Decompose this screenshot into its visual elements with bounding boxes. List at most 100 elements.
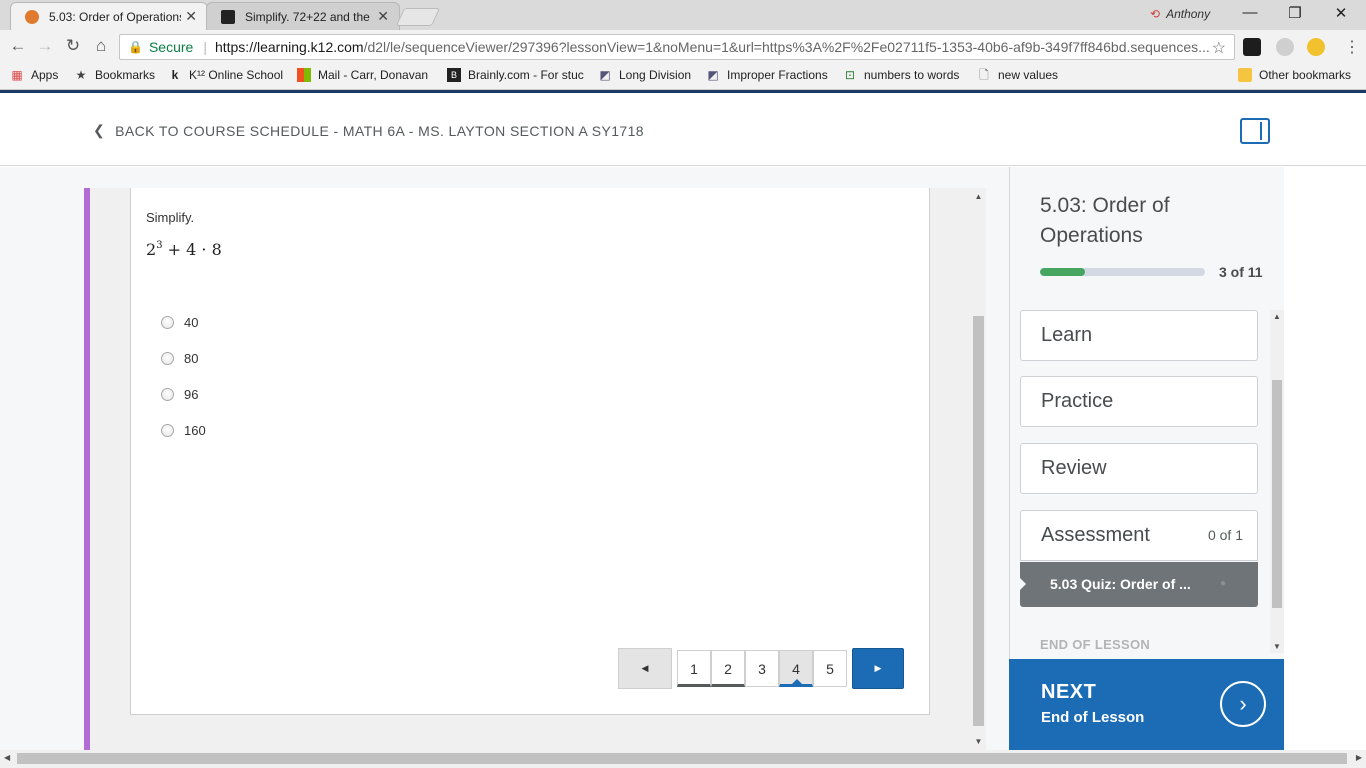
bookmark-brainly[interactable]: B Brainly.com - For stuc (447, 68, 584, 82)
chevron-right-circle-icon: › (1220, 681, 1266, 727)
scrollbar-thumb[interactable] (973, 316, 984, 726)
tab-simplify[interactable]: Simplify. 72+22 and the ✕ (206, 2, 400, 30)
answer-option[interactable]: 96 (161, 387, 198, 402)
address-bar[interactable]: 🔒 Secure | https://learning.k12.com /d2l… (119, 34, 1235, 60)
answer-option[interactable]: 80 (161, 351, 198, 366)
answer-option[interactable]: 40 (161, 315, 198, 330)
scrollbar-thumb[interactable] (17, 753, 1347, 764)
bookmark-mail[interactable]: Mail - Carr, Donavan (297, 68, 428, 82)
scroll-up-icon[interactable]: ▲ (971, 192, 986, 201)
answer-label: 40 (184, 315, 199, 330)
bookmark-label: Apps (31, 68, 59, 82)
scrollbar-thumb[interactable] (1272, 380, 1282, 608)
tab-order-of-operations[interactable]: 5.03: Order of Operations ✕ (10, 2, 208, 30)
page-button-2[interactable]: 2 (711, 650, 745, 687)
section-practice[interactable]: Practice (1020, 376, 1258, 427)
scroll-down-icon[interactable]: ▼ (971, 737, 986, 746)
tab-title: 5.03: Order of Operations (49, 9, 181, 24)
bookmark-label: Brainly.com - For stuc (468, 68, 584, 82)
content-scrollbar[interactable]: ▲ ▼ (971, 188, 986, 750)
scroll-down-icon[interactable]: ▼ (1270, 642, 1284, 651)
bookmark-label: K¹² Online School (189, 68, 284, 82)
brainly-favicon-icon (25, 10, 39, 24)
profile-name: Anthony (1166, 7, 1211, 21)
other-bookmarks[interactable]: Other bookmarks (1238, 68, 1351, 82)
scroll-right-icon[interactable]: ▶ (1356, 753, 1362, 762)
section-learn[interactable]: Learn (1020, 310, 1258, 361)
radio-button[interactable] (161, 388, 174, 401)
expression-rest: + 4 · 8 (167, 240, 222, 259)
scroll-left-icon[interactable]: ◀ (4, 753, 10, 762)
radio-button[interactable] (161, 352, 174, 365)
page-button-3[interactable]: 3 (745, 650, 779, 687)
status-dot-icon: ● (1219, 578, 1226, 589)
next-button[interactable]: NEXT End of Lesson › (1009, 659, 1284, 750)
forward-arrow-icon[interactable]: → (33, 36, 57, 56)
bookmark-long-division[interactable]: ◩ Long Division (598, 68, 691, 82)
section-assessment[interactable]: Assessment 0 of 1 (1020, 510, 1258, 561)
radio-button[interactable] (161, 424, 174, 437)
bookmark-k12[interactable]: k K¹² Online School (168, 68, 283, 82)
page-button-1[interactable]: 1 (677, 650, 711, 687)
back-arrow-icon[interactable]: ← (6, 36, 30, 56)
expression-base: 2 (146, 240, 157, 259)
green-icon: ⊡ (844, 68, 856, 82)
back-to-course-link[interactable]: ❮ BACK TO COURSE SCHEDULE - MATH 6A - MS… (93, 122, 644, 139)
bookmark-label: Long Division (619, 68, 692, 82)
next-sublabel: End of Lesson (1041, 709, 1145, 726)
bookmark-new-values[interactable]: 🗋 new values (977, 68, 1058, 82)
apps-grid-icon: ▦ (11, 68, 23, 82)
bookmarks-bar: ▦ Apps ★ Bookmarks k K¹² Online School Mail… (0, 63, 1366, 90)
bookmark-label: new values (998, 68, 1059, 82)
star-icon: ★ (75, 68, 87, 82)
bookmark-bookmarks[interactable]: ★ Bookmarks (74, 68, 155, 82)
lesson-progress-bar (1040, 268, 1205, 276)
tab-close-icon[interactable]: ✕ (185, 8, 197, 25)
extension-checkmark-icon[interactable] (1243, 38, 1261, 56)
answer-option[interactable]: 160 (161, 423, 206, 438)
page-horizontal-scrollbar[interactable]: ◀ ▶ (0, 750, 1366, 768)
microsoft-icon (297, 68, 311, 82)
bookmark-numbers-to-words[interactable]: ⊡ numbers to words (843, 68, 959, 82)
section-review[interactable]: Review (1020, 443, 1258, 494)
back-link-label: BACK TO COURSE SCHEDULE - MATH 6A - MS. … (115, 122, 644, 139)
quiz-item[interactable]: 5.03 Quiz: Order of ... ● (1019, 562, 1258, 607)
lock-icon: 🔒 (128, 40, 143, 54)
brainly-favicon-icon (221, 10, 235, 24)
question-card: Simplify. 23 + 4 · 8 40 80 96 160 ◀ 1 2 … (130, 188, 930, 715)
menu-kebab-icon[interactable]: ⋮ (1344, 37, 1360, 57)
tab-close-icon[interactable]: ✕ (377, 8, 389, 25)
bookmark-star-icon[interactable]: ☆ (1212, 38, 1226, 58)
page-icon: ◩ (599, 68, 611, 82)
profile-button[interactable]: ⟲ Anthony (1150, 7, 1210, 21)
sidebar-toggle-icon[interactable] (1240, 118, 1270, 144)
page-button-4[interactable]: 4 (779, 650, 813, 687)
home-icon[interactable]: ⌂ (89, 36, 113, 56)
maximize-button[interactable]: ❐ (1273, 4, 1317, 26)
radio-button[interactable] (161, 316, 174, 329)
section-label: Learn (1041, 324, 1093, 346)
next-label: NEXT (1041, 681, 1097, 703)
url-host: https://learning.k12.com (214, 39, 364, 55)
close-window-button[interactable]: ✕ (1319, 4, 1363, 26)
section-label: Practice (1041, 390, 1114, 412)
bookmark-improper-fractions[interactable]: ◩ Improper Fractions (706, 68, 827, 82)
quiz-label: 5.03 Quiz: Order of ... (1050, 576, 1191, 592)
answer-label: 96 (184, 387, 199, 402)
page-button-5[interactable]: 5 (813, 650, 847, 687)
lesson-section-list: Learn Practice Review Assessment 0 of 1 … (1010, 310, 1270, 653)
reload-icon[interactable]: ↻ (61, 36, 85, 56)
sidebar-scrollbar[interactable]: ▲ ▼ (1270, 310, 1284, 653)
previous-question-button[interactable]: ◀ (618, 648, 672, 689)
extension-gray-icon[interactable] (1276, 38, 1294, 56)
minimize-button[interactable]: — (1228, 4, 1272, 26)
bookmark-label: numbers to words (864, 68, 960, 82)
other-bookmarks-label: Other bookmarks (1259, 68, 1352, 82)
end-of-lesson-label: END OF LESSON (1040, 637, 1151, 652)
next-question-button[interactable]: ▶ (852, 648, 904, 689)
scroll-up-icon[interactable]: ▲ (1270, 312, 1284, 321)
new-tab-button[interactable] (395, 8, 441, 26)
extension-yellow-icon[interactable] (1307, 38, 1325, 56)
bookmark-apps[interactable]: ▦ Apps (10, 68, 58, 82)
answer-label: 160 (184, 423, 206, 438)
